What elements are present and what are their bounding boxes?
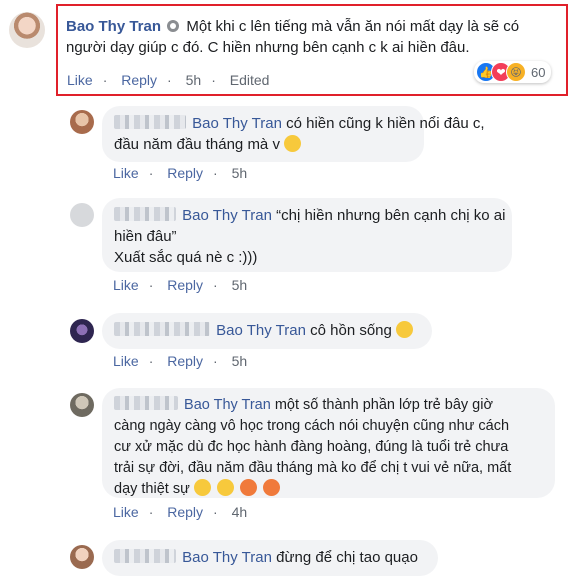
reply-text: trải sự đời, đầu năm đầu tháng mà ko để …: [114, 460, 512, 476]
main-reply-button[interactable]: Reply: [121, 72, 157, 88]
main-comment-text-line2: người dạy giúp c đó. C hiền nhưng bên cạ…: [66, 39, 470, 56]
reply-mention[interactable]: Bao Thy Tran: [182, 207, 272, 224]
reply-time[interactable]: 5h: [232, 277, 248, 293]
main-comment-avatar[interactable]: [9, 12, 45, 48]
reply-avatar[interactable]: [70, 203, 94, 227]
redacted-name: [114, 322, 210, 336]
reply-text: càng ngày càng vô học trong cách nói chu…: [114, 418, 510, 434]
reply-text: Xuất sắc quá nè c :))): [114, 249, 258, 266]
main-comment-time[interactable]: 5h: [186, 72, 202, 88]
reply-bubble: Bao Thy Tran cô hồn sống: [102, 313, 432, 349]
main-comment-author[interactable]: Bao Thy Tran: [66, 18, 161, 35]
reply-mention[interactable]: Bao Thy Tran: [216, 322, 306, 339]
main-comment-body: Bao Thy Tran Một khi c lên tiếng mà vẫn …: [66, 16, 562, 58]
sad-face-emoji: [284, 135, 302, 152]
haha-icon: 😝: [506, 62, 526, 82]
reply-time[interactable]: 5h: [232, 353, 248, 369]
reply-bubble: Bao Thy Tran đừng để chị tao quạo: [102, 540, 438, 576]
reply-mention[interactable]: Bao Thy Tran: [182, 549, 272, 566]
reply-text: dạy thiệt sự: [114, 481, 190, 497]
main-comment-text-line1: Một khi c lên tiếng mà vẫn ăn nói mất dạ…: [186, 18, 520, 35]
reply-avatar[interactable]: [70, 545, 94, 569]
reply-time[interactable]: 4h: [232, 504, 248, 520]
reply-text: cô hồn sống: [310, 322, 392, 339]
reply-avatar[interactable]: [70, 319, 94, 343]
reply-bubble: Bao Thy Tran “chị hiền nhưng bên cạnh ch…: [102, 198, 512, 272]
like-button[interactable]: Like: [113, 504, 139, 520]
reply-text: cư xử mặc dù đc học hành đàng hoàng, đún…: [114, 439, 509, 455]
verified-badge-icon: [167, 20, 180, 32]
redacted-name: [114, 207, 176, 221]
reply-actions: Like · Reply · 5h: [113, 353, 248, 369]
reply-bubble: Bao Thy Tran một số thành phần lớp trẻ b…: [102, 388, 555, 498]
reply-button[interactable]: Reply: [167, 165, 203, 181]
reply-actions: Like · Reply · 5h: [113, 277, 248, 293]
reply-button[interactable]: Reply: [167, 277, 203, 293]
steaming-face-emoji: [193, 479, 211, 496]
reply-text: hiền đâu”: [114, 228, 177, 245]
reply-mention[interactable]: Bao Thy Tran: [184, 397, 271, 413]
reaction-count: 60: [531, 64, 546, 80]
main-like-button[interactable]: Like: [67, 72, 93, 88]
angry-face-emoji: [262, 479, 280, 496]
steaming-face-emoji: [216, 479, 234, 496]
redacted-name: [114, 549, 176, 563]
reply-text: đầu năm đầu tháng mà v: [114, 136, 280, 153]
main-comment-actions: Like · Reply · 5h · Edited: [67, 72, 270, 88]
reply-bubble: Bao Thy Tran có hiền cũng k hiền nổi đâu…: [102, 106, 485, 162]
laughing-face-emoji: [396, 321, 414, 338]
redacted-name: [114, 396, 178, 410]
reply-time[interactable]: 5h: [232, 165, 248, 181]
reply-text: đừng để chị tao quạo: [276, 549, 418, 566]
reply-mention[interactable]: Bao Thy Tran: [192, 115, 282, 132]
main-comment-edited[interactable]: Edited: [230, 72, 270, 88]
reply-actions: Like · Reply · 4h: [113, 504, 248, 520]
reply-button[interactable]: Reply: [167, 353, 203, 369]
reply-avatar[interactable]: [70, 393, 94, 417]
reply-text: có hiền cũng k hiền nổi đâu c,: [286, 115, 485, 132]
reply-actions: Like · Reply · 5h: [113, 165, 248, 181]
reply-avatar[interactable]: [70, 110, 94, 134]
redacted-name: [114, 115, 186, 129]
like-button[interactable]: Like: [113, 353, 139, 369]
angry-face-emoji: [239, 479, 257, 496]
reply-button[interactable]: Reply: [167, 504, 203, 520]
like-button[interactable]: Like: [113, 277, 139, 293]
main-reaction-summary[interactable]: 👍 ❤ 😝 60: [474, 61, 552, 83]
like-button[interactable]: Like: [113, 165, 139, 181]
reply-text: một số thành phần lớp trẻ bây giờ: [274, 397, 493, 413]
reply-text: “chị hiền nhưng bên cạnh chị ko ai: [276, 207, 506, 224]
